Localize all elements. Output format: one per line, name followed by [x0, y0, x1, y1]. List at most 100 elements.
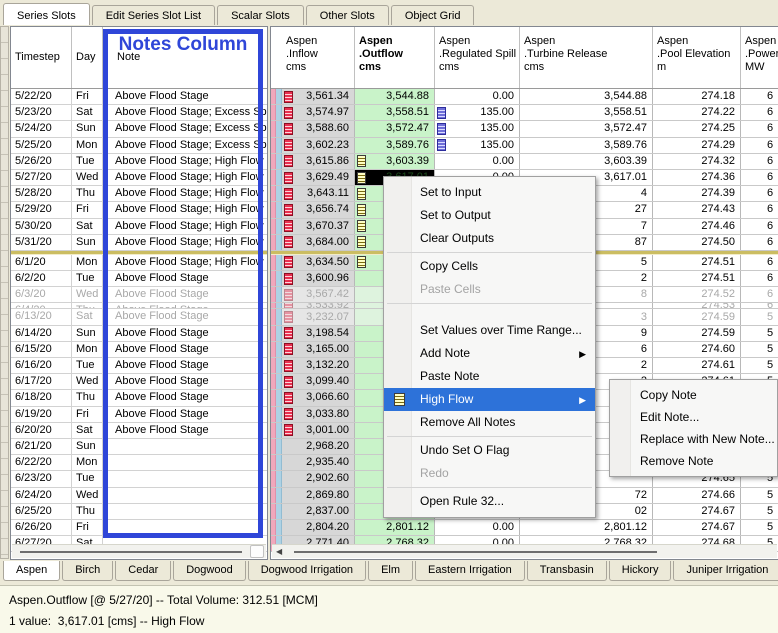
- table-row[interactable]: 5/31/20SunAbove Flood Stage; High Flow: [11, 235, 267, 251]
- cell-timestep[interactable]: 6/14/20: [11, 326, 72, 341]
- cell-timestep[interactable]: 6/19/20: [11, 407, 72, 422]
- hscroll-thumb[interactable]: [294, 551, 657, 553]
- cell-timestep[interactable]: 6/13/20: [11, 309, 72, 324]
- cell-pool-elevation[interactable]: 274.59: [653, 326, 741, 341]
- cell-timestep[interactable]: 5/22/20: [11, 89, 72, 104]
- cell-outflow[interactable]: 3,589.76: [355, 138, 435, 153]
- menu-item-set-to-input[interactable]: Set to Input: [384, 181, 595, 204]
- cell-inflow[interactable]: 3,561.34: [282, 89, 355, 104]
- header-aspen-turbine-release[interactable]: Aspen .Turbine Release cms: [520, 27, 653, 88]
- table-row[interactable]: 6/25/20Thu: [11, 504, 267, 520]
- cell-day[interactable]: Mon: [72, 255, 103, 270]
- cell-pool-elevation[interactable]: 274.51: [653, 255, 741, 270]
- cell-inflow[interactable]: 3,099.40: [282, 374, 355, 389]
- cell-note[interactable]: Above Flood Stage: [103, 326, 267, 341]
- header-timestep[interactable]: Timestep: [11, 27, 72, 88]
- table-row[interactable]: 5/26/20TueAbove Flood Stage; High Flow: [11, 154, 267, 170]
- cell-inflow[interactable]: 3,643.11: [282, 186, 355, 201]
- cell-day[interactable]: Sun: [72, 326, 103, 341]
- cell-timestep[interactable]: 6/18/20: [11, 390, 72, 405]
- cell-timestep[interactable]: 6/22/20: [11, 455, 72, 470]
- cell-note[interactable]: Above Flood Stage; High Flow: [103, 202, 267, 217]
- table-row[interactable]: 3,615.863,603.390.003,603.39274.326: [271, 154, 778, 170]
- cell-power[interactable]: 6: [741, 138, 778, 153]
- cell-pool-elevation[interactable]: 274.50: [653, 235, 741, 250]
- cell-timestep[interactable]: 5/26/20: [11, 154, 72, 169]
- object-tab-dogwood-irrigation[interactable]: Dogwood Irrigation: [248, 561, 366, 581]
- menu-item-edit-note[interactable]: Edit Note...: [610, 406, 777, 428]
- cell-power[interactable]: 6: [741, 287, 778, 302]
- cell-day[interactable]: Tue: [72, 358, 103, 373]
- cell-note[interactable]: Above Flood Stage; High Flow: [103, 255, 267, 270]
- cell-note[interactable]: Above Flood Stage; Excess Spill: [103, 138, 267, 153]
- cell-inflow[interactable]: 3,600.96: [282, 271, 355, 286]
- cell-pool-elevation[interactable]: 274.22: [653, 105, 741, 120]
- cell-inflow[interactable]: 3,198.54: [282, 326, 355, 341]
- table-row[interactable]: 6/26/20Fri: [11, 520, 267, 536]
- cell-note[interactable]: [103, 439, 267, 454]
- cell-turbine-release[interactable]: 2,801.12: [520, 520, 653, 535]
- object-tab-juniper-irrigation[interactable]: Juniper Irrigation: [673, 561, 778, 581]
- header-aspen-outflow[interactable]: Aspen .Outflow cms: [355, 27, 435, 88]
- cell-inflow[interactable]: 3,232.07: [282, 309, 355, 324]
- object-tab-birch[interactable]: Birch: [62, 561, 113, 581]
- cell-timestep[interactable]: 5/25/20: [11, 138, 72, 153]
- cell-note[interactable]: Above Flood Stage; High Flow: [103, 219, 267, 234]
- cell-note[interactable]: Above Flood Stage; Excess Spill: [103, 105, 267, 120]
- table-row[interactable]: 6/14/20SunAbove Flood Stage: [11, 326, 267, 342]
- cell-day[interactable]: Sat: [72, 105, 103, 120]
- cell-day[interactable]: Wed: [72, 287, 103, 302]
- cell-note[interactable]: Above Flood Stage; High Flow: [103, 170, 267, 185]
- cell-inflow[interactable]: 3,656.74: [282, 202, 355, 217]
- cell-day[interactable]: Wed: [72, 374, 103, 389]
- cell-regulated-spill[interactable]: 135.00: [435, 105, 520, 120]
- table-row[interactable]: 6/19/20FriAbove Flood Stage: [11, 407, 267, 423]
- cell-note[interactable]: Above Flood Stage: [103, 89, 267, 104]
- cell-timestep[interactable]: 5/29/20: [11, 202, 72, 217]
- table-row[interactable]: 5/25/20MonAbove Flood Stage; Excess Spil…: [11, 138, 267, 154]
- header-aspen-pool-elevation[interactable]: Aspen .Pool Elevation m: [653, 27, 741, 88]
- cell-pool-elevation[interactable]: 274.39: [653, 186, 741, 201]
- menu-item-remove-all-notes[interactable]: Remove All Notes: [384, 411, 595, 434]
- cell-power[interactable]: 5: [741, 358, 778, 373]
- left-pane-hscrollbar[interactable]: [12, 544, 266, 558]
- menu-item-redo[interactable]: Redo: [384, 462, 595, 485]
- cell-power[interactable]: 5: [741, 342, 778, 357]
- cell-power[interactable]: 6: [741, 154, 778, 169]
- tab-object-grid[interactable]: Object Grid: [391, 5, 475, 25]
- cell-day[interactable]: Sun: [72, 121, 103, 136]
- menu-item-clear-outputs[interactable]: Clear Outputs: [384, 227, 595, 250]
- table-row[interactable]: 6/15/20MonAbove Flood Stage: [11, 342, 267, 358]
- hscroll-thumb[interactable]: [20, 551, 242, 553]
- cell-note[interactable]: Above Flood Stage; High Flow: [103, 235, 267, 250]
- cell-pool-elevation[interactable]: 274.32: [653, 154, 741, 169]
- cell-day[interactable]: Wed: [72, 170, 103, 185]
- cell-day[interactable]: Wed: [72, 488, 103, 503]
- header-note[interactable]: Note: [103, 27, 267, 88]
- cell-turbine-release[interactable]: 3,558.51: [520, 105, 653, 120]
- table-row[interactable]: 5/28/20ThuAbove Flood Stage; High Flow: [11, 186, 267, 202]
- table-row[interactable]: 6/20/20SatAbove Flood Stage: [11, 423, 267, 439]
- cell-note[interactable]: Above Flood Stage: [103, 309, 267, 324]
- table-row[interactable]: 6/13/20SatAbove Flood Stage: [11, 309, 267, 325]
- cell-pool-elevation[interactable]: 274.59: [653, 309, 741, 324]
- cell-pool-elevation[interactable]: 274.51: [653, 271, 741, 286]
- cell-regulated-spill[interactable]: 135.00: [435, 138, 520, 153]
- menu-item-high-flow[interactable]: High Flow▶: [384, 388, 595, 411]
- cell-inflow[interactable]: 2,837.00: [282, 504, 355, 519]
- cell-inflow[interactable]: 3,033.80: [282, 407, 355, 422]
- cell-turbine-release[interactable]: 3,589.76: [520, 138, 653, 153]
- table-row[interactable]: 6/21/20Sun: [11, 439, 267, 455]
- header-aspen-inflow[interactable]: Aspen .Inflow cms: [282, 27, 355, 88]
- cell-inflow[interactable]: 3,634.50: [282, 255, 355, 270]
- cell-day[interactable]: Mon: [72, 342, 103, 357]
- cell-regulated-spill[interactable]: 0.00: [435, 89, 520, 104]
- cell-pool-elevation[interactable]: 274.60: [653, 342, 741, 357]
- cell-timestep[interactable]: 6/24/20: [11, 488, 72, 503]
- cell-timestep[interactable]: 5/27/20: [11, 170, 72, 185]
- cell-timestep[interactable]: 5/30/20: [11, 219, 72, 234]
- header-aspen-power[interactable]: Aspen .Power MW: [741, 27, 778, 88]
- table-row[interactable]: 3,561.343,544.880.003,544.88274.186: [271, 89, 778, 105]
- table-row[interactable]: 2,804.202,801.120.002,801.12274.675: [271, 520, 778, 536]
- cell-note[interactable]: Above Flood Stage: [103, 390, 267, 405]
